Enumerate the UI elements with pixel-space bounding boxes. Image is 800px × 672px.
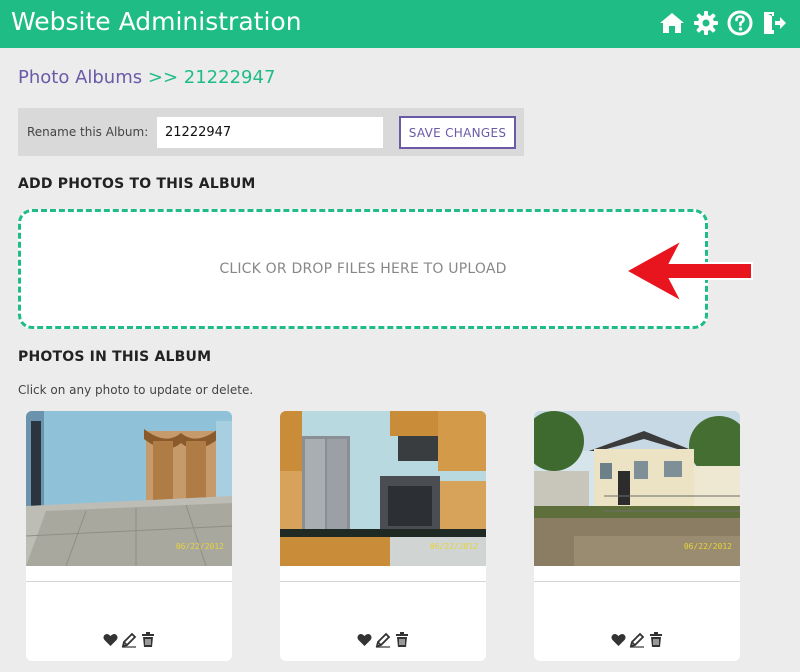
breadcrumb: Photo Albums >> 21222947: [18, 67, 275, 88]
breadcrumb-photo-albums[interactable]: Photo Albums: [18, 67, 142, 88]
photo-date-stamp: 06/22/2012: [175, 542, 224, 551]
photos-hint: Click on any photo to update or delete.: [18, 383, 254, 397]
heart-icon[interactable]: [610, 632, 626, 648]
photo-actions: [26, 632, 232, 648]
red-arrow-annotation: [623, 237, 753, 305]
card-divider: [26, 581, 232, 582]
top-icons: [658, 9, 788, 37]
photo-thumbnail[interactable]: 06/22/2012: [26, 411, 232, 566]
app-title: Website Administration: [11, 7, 302, 36]
photo-actions: [280, 632, 486, 648]
trash-icon[interactable]: [648, 632, 664, 648]
rename-panel: Rename this Album: SAVE CHANGES: [18, 108, 524, 156]
heart-icon[interactable]: [102, 632, 118, 648]
edit-icon[interactable]: [121, 632, 137, 648]
heart-icon[interactable]: [356, 632, 372, 648]
save-changes-button[interactable]: SAVE CHANGES: [399, 116, 516, 149]
photo-thumbnail[interactable]: 06/22/2012: [280, 411, 486, 566]
photo-date-stamp: 06/22/2012: [683, 542, 732, 551]
photo-actions: [534, 632, 740, 648]
photo-grid: 06/22/2012 06/22/2012 06/22/2012: [26, 411, 786, 672]
photo-card[interactable]: 06/22/2012: [280, 411, 486, 661]
upload-dropzone[interactable]: CLICK OR DROP FILES HERE TO UPLOAD: [18, 209, 708, 329]
settings-icon[interactable]: [692, 9, 720, 37]
trash-icon[interactable]: [394, 632, 410, 648]
edit-icon[interactable]: [375, 632, 391, 648]
top-bar: Website Administration: [0, 0, 800, 48]
photo-date-stamp: 06/22/2012: [429, 542, 478, 551]
add-photos-heading: ADD PHOTOS TO THIS ALBUM: [18, 176, 256, 192]
breadcrumb-current: 21222947: [183, 67, 276, 88]
home-icon[interactable]: [658, 9, 686, 37]
photo-card[interactable]: 06/22/2012: [534, 411, 740, 661]
help-icon[interactable]: [726, 9, 754, 37]
dropzone-text: CLICK OR DROP FILES HERE TO UPLOAD: [219, 261, 507, 277]
album-name-input[interactable]: [157, 117, 383, 148]
photo-card[interactable]: 06/22/2012: [26, 411, 232, 661]
trash-icon[interactable]: [140, 632, 156, 648]
card-divider: [534, 581, 740, 582]
logout-icon[interactable]: [760, 9, 788, 37]
edit-icon[interactable]: [629, 632, 645, 648]
rename-label: Rename this Album:: [27, 125, 149, 139]
breadcrumb-separator: >>: [147, 67, 179, 88]
photos-heading: PHOTOS IN THIS ALBUM: [18, 349, 212, 365]
photo-thumbnail[interactable]: 06/22/2012: [534, 411, 740, 566]
card-divider: [280, 581, 486, 582]
